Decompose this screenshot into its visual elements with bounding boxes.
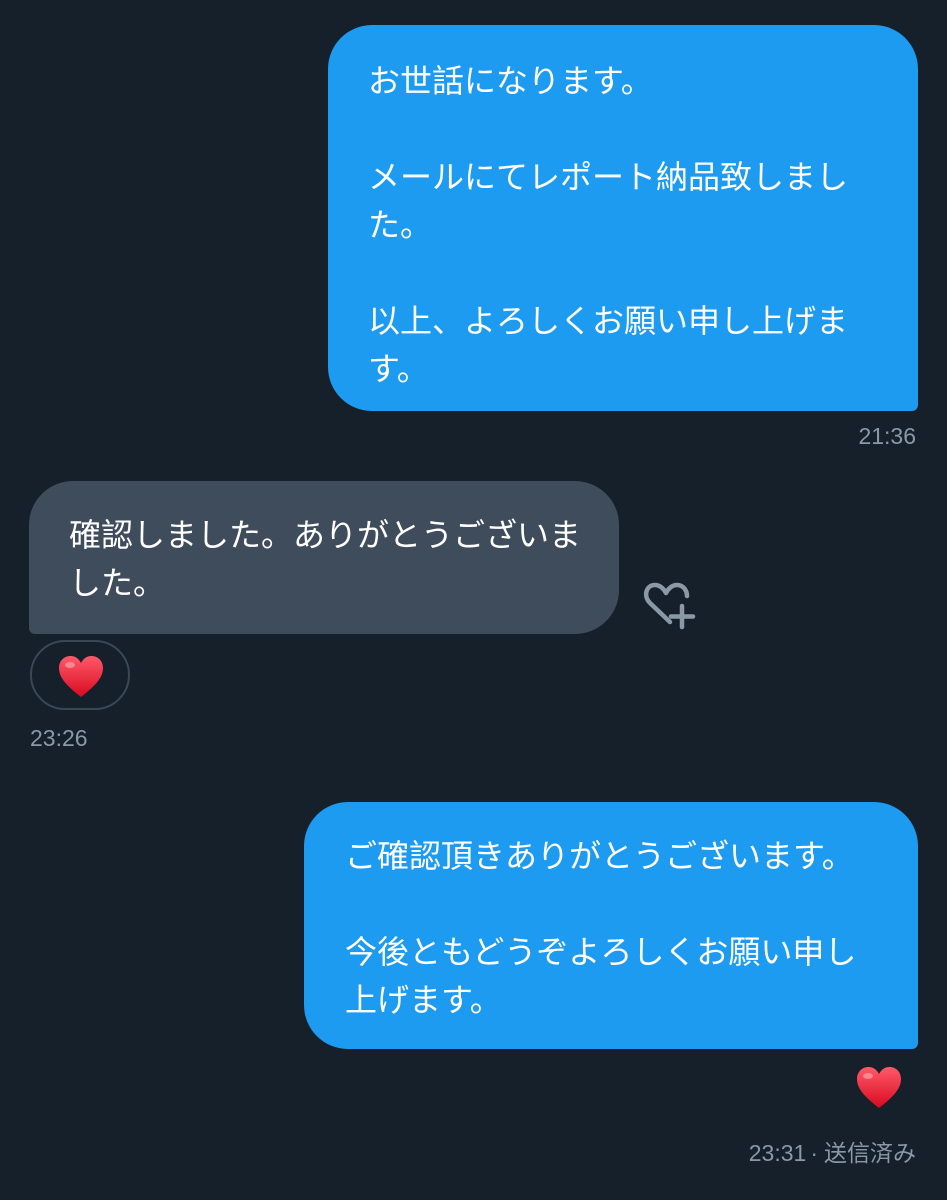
- message-timestamp: 23:26: [30, 725, 88, 751]
- meta-separator: ·: [810, 1140, 818, 1166]
- outgoing-message-bubble[interactable]: ご確認頂きありがとうございます。 今後ともどうぞよろしくお願い申し上げます。: [304, 802, 918, 1049]
- heart-reaction-badge[interactable]: [30, 640, 130, 710]
- red-heart-icon: [59, 656, 103, 697]
- message-timestamp: 23:31: [748, 1140, 807, 1166]
- heart-reaction[interactable]: [855, 1066, 903, 1114]
- sent-status: 送信済み: [824, 1140, 916, 1166]
- add-reaction-button[interactable]: [640, 580, 696, 630]
- heart-plus-icon: [643, 582, 696, 630]
- red-heart-icon: [857, 1067, 901, 1108]
- message-timestamp: 21:36: [858, 423, 916, 449]
- message-meta: 23:31 · 送信済み: [749, 1139, 916, 1167]
- incoming-message-bubble[interactable]: 確認しました。ありがとうございました。: [29, 481, 619, 634]
- outgoing-message-bubble[interactable]: お世話になります。 メールにてレポート納品致しました。 以上、よろしくお願い申し…: [328, 25, 918, 411]
